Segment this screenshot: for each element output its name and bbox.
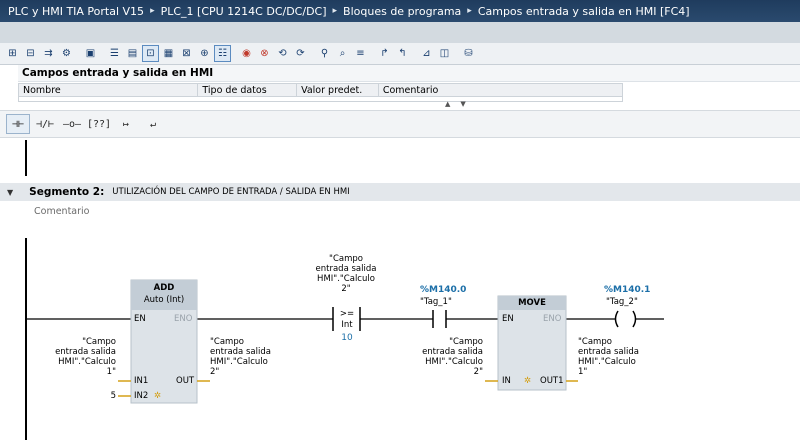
compare-operand[interactable]: "Campo entrada salida HMI"."Calculo 2" bbox=[306, 254, 386, 294]
move-eno-pin: ENO bbox=[543, 314, 562, 324]
settings-icon[interactable]: ⚲ bbox=[316, 45, 333, 62]
move-pin-star-icon[interactable]: ✲ bbox=[524, 376, 531, 386]
add-eno-pin: ENO bbox=[174, 314, 193, 324]
add-out-operand[interactable]: "Campo entrada salida HMI"."Calculo 2" bbox=[210, 337, 282, 377]
breadcrumb-separator-icon: ▸ bbox=[332, 6, 338, 16]
breadcrumb-program-blocks[interactable]: Bloques de programa bbox=[343, 5, 461, 18]
add-in1-pin: IN1 bbox=[134, 376, 149, 386]
open-branch-icon[interactable]: ↦ bbox=[114, 114, 138, 134]
monitor-icon[interactable]: ▣ bbox=[82, 45, 99, 62]
add-in1-operand[interactable]: "Campo entrada salida HMI"."Calculo 1" bbox=[44, 337, 116, 377]
interface-table-header: Nombre Tipo de datos Valor predet. Comen… bbox=[18, 83, 623, 97]
add-pin-star-icon[interactable]: ✲ bbox=[154, 391, 161, 401]
splitter-arrows-icon[interactable]: ▲▼ bbox=[445, 100, 476, 108]
branch-icon[interactable]: ⇉ bbox=[40, 45, 57, 62]
breadcrumb-separator-icon: ▸ bbox=[150, 6, 155, 16]
power-rail-previous bbox=[25, 140, 27, 176]
breadcrumb-block[interactable]: Campos entrada y salida en HMI [FC4] bbox=[478, 5, 690, 18]
move-in-pin: IN bbox=[502, 376, 511, 386]
view-icon[interactable]: ◫ bbox=[436, 45, 453, 62]
delete-icon[interactable]: ⊠ bbox=[178, 45, 195, 62]
coil-tag[interactable]: "Tag_2" bbox=[606, 297, 638, 307]
breadcrumb: PLC y HMI TIA Portal V15 ▸ PLC_1 [CPU 12… bbox=[0, 0, 800, 22]
add-block-name: ADD bbox=[153, 283, 175, 293]
add-in2-pin: IN2 bbox=[134, 391, 149, 401]
no-contact[interactable] bbox=[432, 310, 447, 328]
table-icon[interactable]: ▤ bbox=[124, 45, 141, 62]
add-block-type[interactable]: Auto (Int) bbox=[131, 295, 197, 305]
properties-icon[interactable]: ▦ bbox=[160, 45, 177, 62]
segment-title[interactable]: UTILIZACIÓN DEL CAMPO DE ENTRADA / SALID… bbox=[112, 187, 349, 197]
filter-icon[interactable]: ≡ bbox=[352, 45, 369, 62]
move-block-name: MOVE bbox=[518, 298, 546, 308]
add-out-pin: OUT bbox=[176, 376, 195, 386]
move-out1-pin: OUT1 bbox=[540, 376, 564, 386]
column-header-comment[interactable]: Comentario bbox=[379, 84, 622, 96]
network-insert-icon[interactable]: ⊞ bbox=[4, 45, 21, 62]
compare-icon[interactable]: ⟳ bbox=[292, 45, 309, 62]
segment-number: Segmento 2: bbox=[29, 186, 105, 198]
back-icon[interactable]: ↰ bbox=[394, 45, 411, 62]
coil-icon[interactable]: –o– bbox=[60, 114, 84, 134]
window-band bbox=[0, 22, 800, 43]
plc-icon[interactable]: ⊿ bbox=[418, 45, 435, 62]
database-icon[interactable]: ⛁ bbox=[460, 45, 477, 62]
empty-box-icon[interactable]: [??] bbox=[87, 114, 111, 134]
no-contact-icon[interactable]: ⊣⊢ bbox=[6, 114, 30, 134]
move-in-operand[interactable]: "Campo entrada salida HMI"."Calculo 2" bbox=[411, 337, 483, 377]
column-header-default-value[interactable]: Valor predet. bbox=[297, 84, 379, 96]
coil-address[interactable]: %M140.1 bbox=[604, 285, 650, 295]
compile-icon[interactable]: ⚙ bbox=[58, 45, 75, 62]
go-online-icon[interactable]: ⊕ bbox=[196, 45, 213, 62]
column-header-name[interactable]: Nombre bbox=[19, 84, 199, 96]
breadcrumb-separator-icon: ▸ bbox=[467, 6, 472, 16]
forward-icon[interactable]: ↱ bbox=[376, 45, 393, 62]
add-in2-operand[interactable]: 5 bbox=[96, 391, 116, 401]
compare-type[interactable]: Int bbox=[336, 320, 358, 330]
editor-toolbar: ⊞ ⊟ ⇉ ⚙ ▣ ☰ ▤ ⊡ ▦ ⊠ ⊕ ☷ ◉ ⊗ ⟲ ⟳ ⚲ ⌕ ≡ ↱ … bbox=[0, 43, 800, 65]
segment-comment[interactable]: Comentario bbox=[34, 206, 89, 217]
search-icon[interactable]: ⌕ bbox=[334, 45, 351, 62]
watch-icon[interactable]: ◉ bbox=[238, 45, 255, 62]
add-en-pin: EN bbox=[134, 314, 146, 324]
block-interface-title: Campos entrada y salida en HMI bbox=[18, 65, 800, 82]
ladder-instruction-bar: ⊣⊢ ⊣/⊢ –o– [??] ↦ ↵ bbox=[0, 110, 800, 138]
contact-address[interactable]: %M140.0 bbox=[420, 285, 466, 295]
list-icon[interactable]: ☰ bbox=[106, 45, 123, 62]
move-out1-operand[interactable]: "Campo entrada salida HMI"."Calculo 1" bbox=[578, 337, 650, 377]
download-icon[interactable]: ⊗ bbox=[256, 45, 273, 62]
nc-contact-icon[interactable]: ⊣/⊢ bbox=[33, 114, 57, 134]
interface-table-row[interactable] bbox=[18, 97, 623, 102]
zoom-icon[interactable]: ⊡ bbox=[142, 45, 159, 62]
compare-operator: >= bbox=[339, 309, 355, 319]
move-en-pin: EN bbox=[502, 314, 514, 324]
segment-header[interactable]: ▼ Segmento 2: UTILIZACIÓN DEL CAMPO DE E… bbox=[0, 183, 800, 201]
collapse-triangle-icon[interactable]: ▼ bbox=[7, 188, 13, 197]
go-offline-icon[interactable]: ☷ bbox=[214, 45, 231, 62]
power-rail bbox=[25, 238, 27, 440]
network-delete-icon[interactable]: ⊟ bbox=[22, 45, 39, 62]
contact-tag[interactable]: "Tag_1" bbox=[420, 297, 452, 307]
output-coil[interactable] bbox=[614, 310, 637, 328]
breadcrumb-project[interactable]: PLC y HMI TIA Portal V15 bbox=[8, 5, 144, 18]
ladder-network: ADD Auto (Int) EN ENO IN1 IN2 ✲ OUT "Cam… bbox=[0, 230, 800, 440]
upload-icon[interactable]: ⟲ bbox=[274, 45, 291, 62]
network-wiring bbox=[25, 238, 664, 440]
breadcrumb-plc[interactable]: PLC_1 [CPU 1214C DC/DC/DC] bbox=[161, 5, 327, 18]
column-header-data-type[interactable]: Tipo de datos bbox=[198, 84, 298, 96]
compare-value[interactable]: 10 bbox=[336, 333, 358, 343]
close-branch-icon[interactable]: ↵ bbox=[141, 114, 165, 134]
